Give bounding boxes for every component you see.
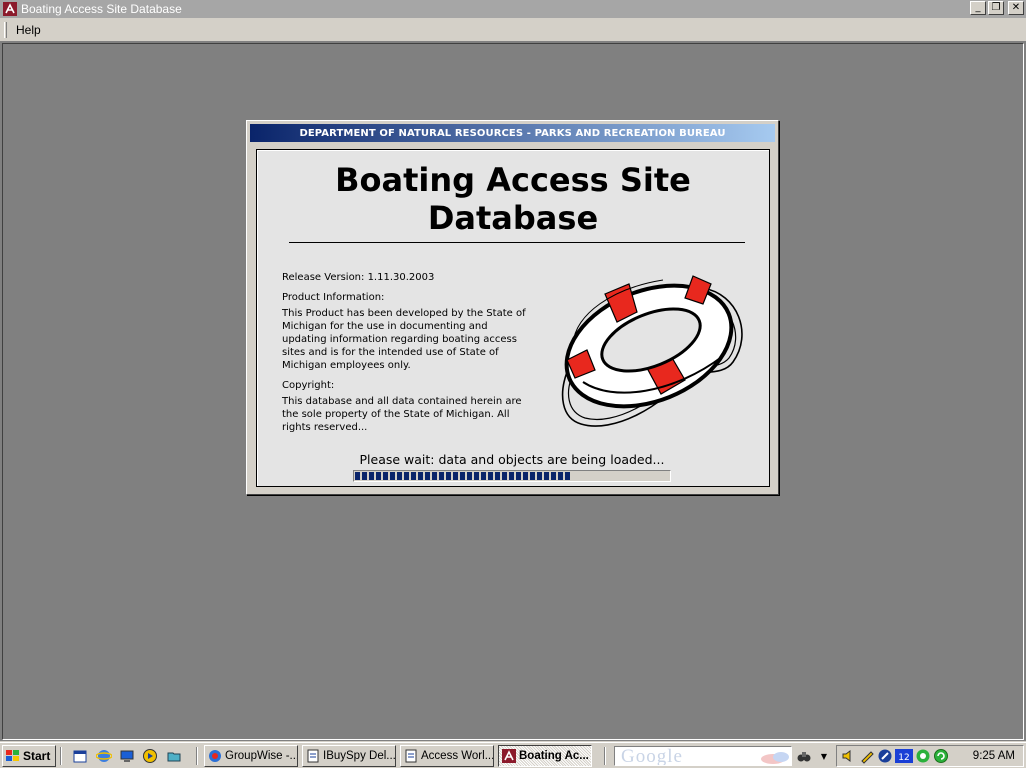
taskbar-separator[interactable] [196, 747, 198, 765]
splash-caption: DEPARTMENT OF NATURAL RESOURCES - PARKS … [250, 124, 775, 142]
task-access-world-label: Access Worl... [421, 750, 494, 762]
task-ibuyspy[interactable]: IBuySpy Del... [302, 745, 396, 767]
google-decoration-icon [761, 752, 789, 764]
menu-help[interactable]: Help [16, 23, 41, 37]
quicklaunch-ie-icon[interactable] [96, 748, 112, 764]
copyright-label: Copyright: [282, 380, 335, 391]
taskbar-separator[interactable] [60, 747, 62, 765]
release-version: Release Version: 1.11.30.2003 [282, 272, 435, 283]
task-ibuyspy-label: IBuySpy Del... [323, 750, 396, 762]
google-logo-text: Google [621, 746, 683, 766]
quicklaunch-folder-icon[interactable] [166, 748, 182, 764]
taskbar-clock[interactable]: 9:25 AM [973, 750, 1015, 762]
quicklaunch-outlook-icon[interactable] [72, 748, 88, 764]
document-icon [405, 749, 417, 763]
task-boating-access[interactable]: Boating Ac... [498, 745, 592, 767]
access-app-icon[interactable] [3, 2, 17, 16]
temperature-tray-icon[interactable]: 12 [895, 748, 913, 764]
product-info-label: Product Information: [282, 292, 385, 303]
taskbar: Start GroupWise -... IBuySpy Del... Acce… [0, 742, 1026, 768]
app-title: Boating Access Site Database [257, 161, 769, 237]
loading-progress-fill [355, 472, 572, 480]
product-info-text: This Product has been developed by the S… [282, 308, 526, 371]
lifebuoy-icon [561, 275, 743, 427]
tray-badge: 12 [898, 753, 909, 763]
menu-help-label: Help [16, 22, 41, 37]
task-boating-access-label: Boating Ac... [519, 750, 589, 762]
google-toolbar-search[interactable]: Google [614, 746, 792, 766]
volume-icon[interactable] [841, 748, 857, 764]
minimize-button[interactable]: _ [970, 1, 986, 15]
network-tray-icon[interactable] [915, 748, 931, 764]
quicklaunch-desktop-icon[interactable] [119, 748, 135, 764]
binoculars-icon[interactable] [796, 748, 812, 764]
task-access-world[interactable]: Access Worl... [400, 745, 494, 767]
window-title: Boating Access Site Database [21, 2, 182, 16]
groupwise-icon [209, 750, 221, 762]
menu-bar: Help [0, 18, 1026, 42]
splash-dialog: DEPARTMENT OF NATURAL RESOURCES - PARKS … [246, 120, 779, 495]
close-button[interactable]: ✕ [1008, 1, 1024, 15]
menu-grip[interactable] [4, 21, 7, 38]
system-tray: 12 9:25 AM [836, 745, 1024, 767]
copyright-text: This database and all data contained her… [282, 396, 522, 433]
start-button[interactable]: Start [2, 745, 56, 767]
access-app-icon [502, 749, 516, 763]
window-titlebar[interactable]: Boating Access Site Database _ ❐ ✕ [0, 0, 1026, 18]
taskbar-separator[interactable] [604, 747, 606, 765]
start-label: Start [23, 749, 51, 763]
close-icon: ✕ [1011, 2, 1021, 13]
restore-button[interactable]: ❐ [988, 1, 1004, 15]
app-title-line1: Boating Access Site [335, 161, 691, 199]
minimize-icon: _ [975, 2, 981, 13]
loading-status: Please wait: data and objects are being … [359, 452, 665, 467]
task-groupwise[interactable]: GroupWise -... [204, 745, 298, 767]
update-tray-icon[interactable] [933, 748, 949, 764]
restore-icon: ❐ [991, 2, 1001, 13]
title-divider [289, 242, 745, 243]
windows-flag-icon [6, 750, 19, 761]
loading-progress-bar [353, 470, 671, 482]
task-groupwise-label: GroupWise -... [225, 750, 298, 762]
splash-panel: Boating Access Site Database Release Ver… [256, 149, 770, 487]
quicklaunch-mediaplayer-icon[interactable] [142, 748, 158, 764]
app-title-line2: Database [427, 199, 599, 237]
dropdown-arrow-icon[interactable]: ▼ [816, 748, 832, 764]
pen-tray-icon[interactable] [859, 748, 875, 764]
document-icon [307, 749, 319, 763]
antivirus-tray-icon[interactable] [877, 748, 893, 764]
